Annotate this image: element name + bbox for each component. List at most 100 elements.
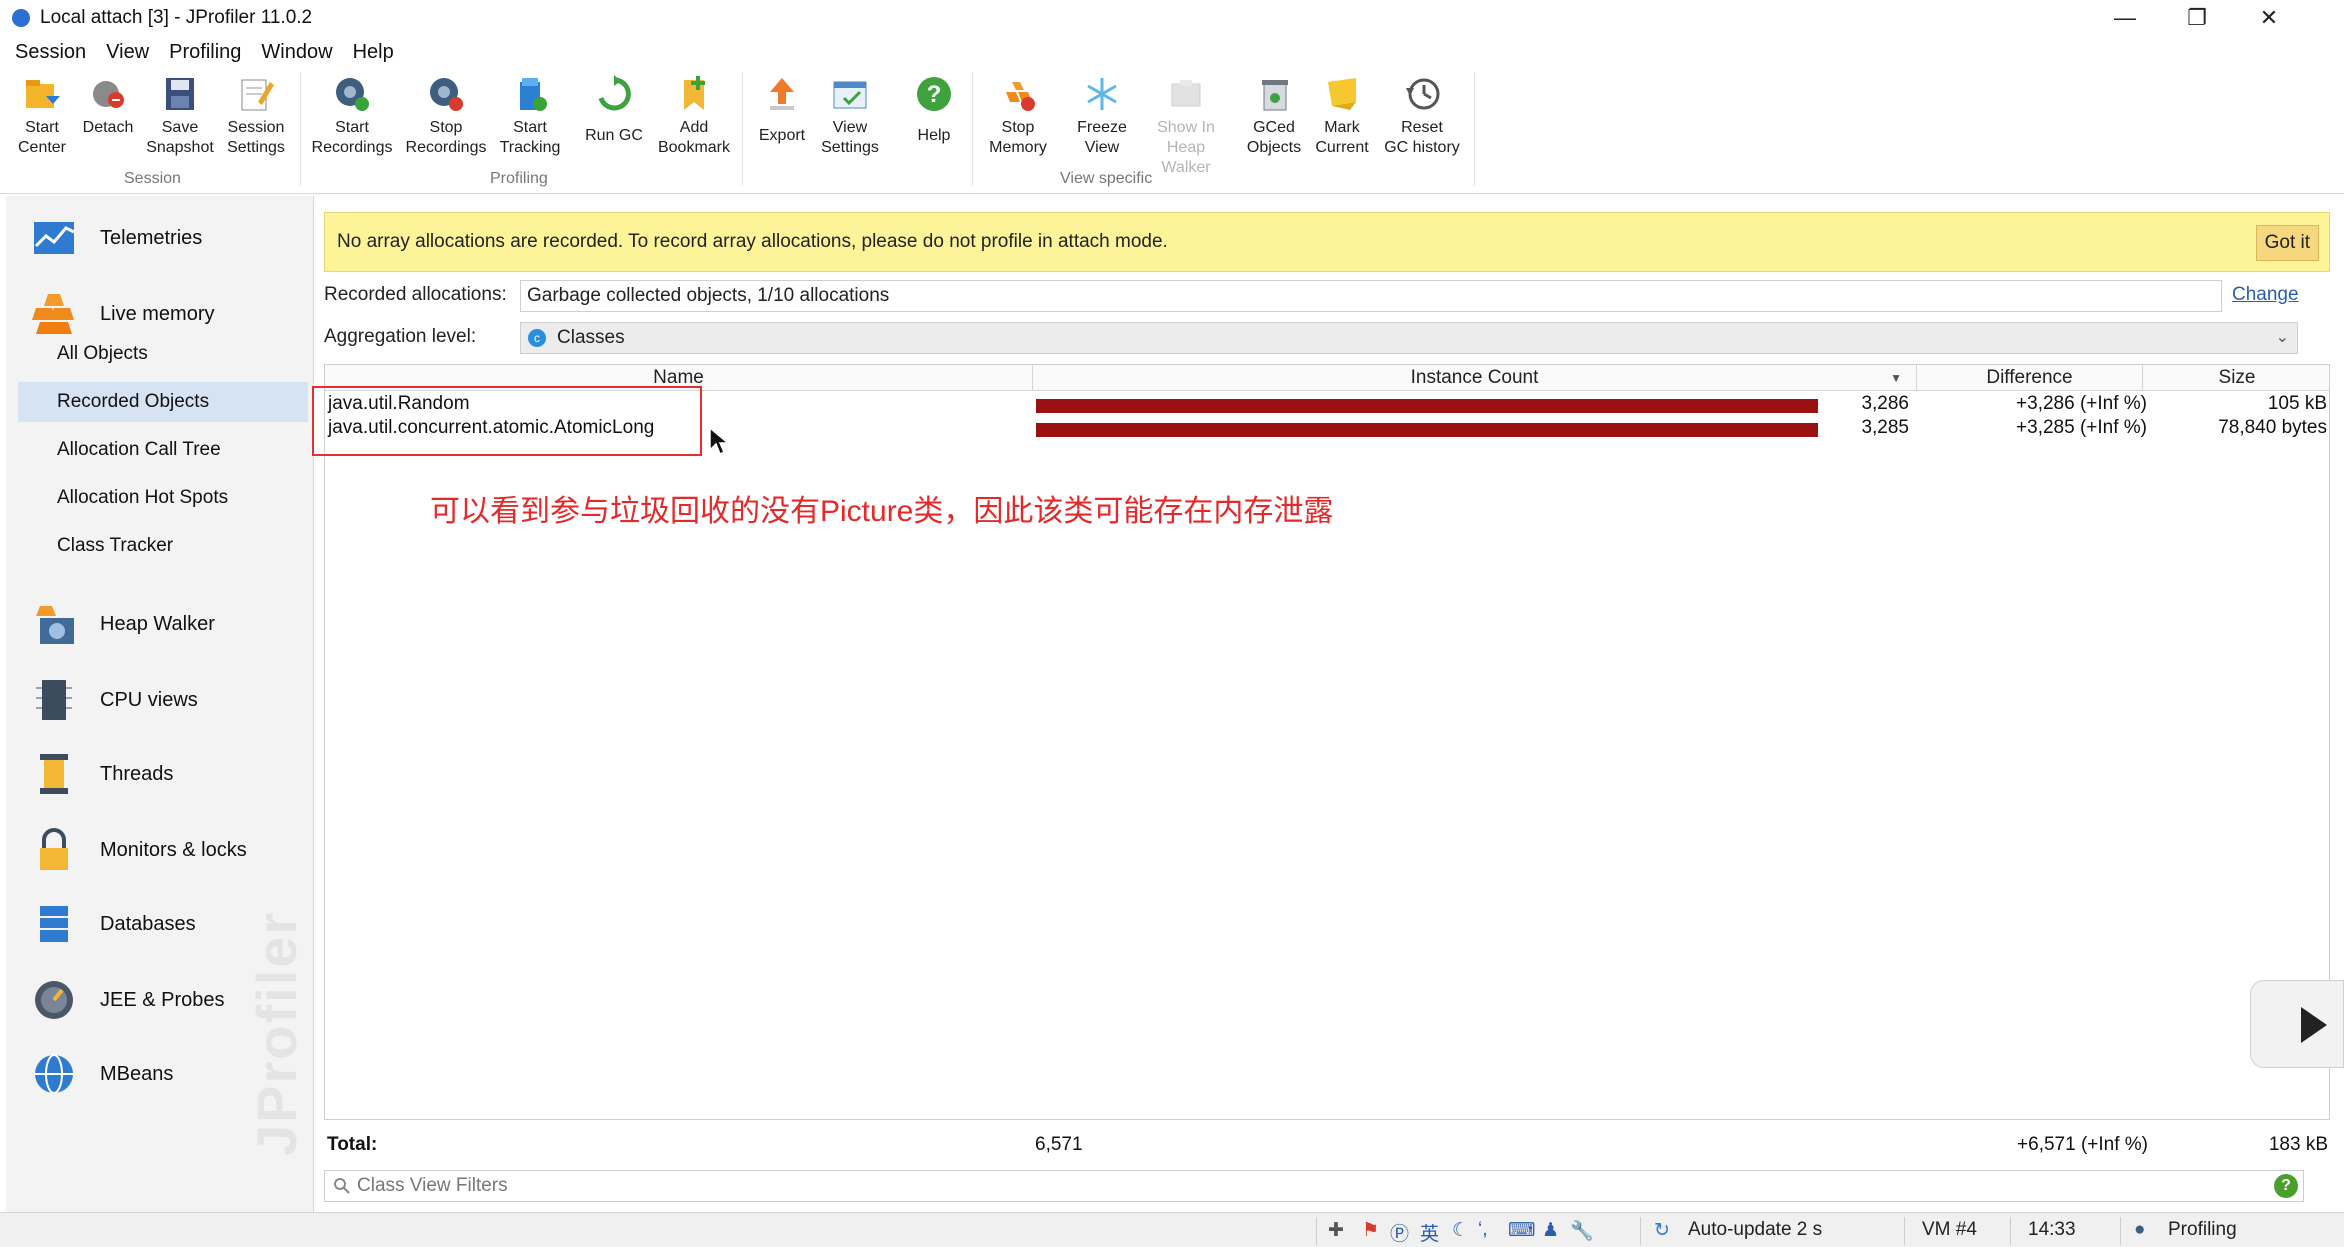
banner-text: No array allocations are recorded. To re… <box>337 231 1168 252</box>
sidebar-item-cpu-views[interactable]: CPU views <box>6 678 314 722</box>
user-icon: ♟ <box>1542 1220 1560 1241</box>
status-separator <box>1640 1217 1641 1245</box>
session-settings-button[interactable]: Session Settings <box>216 74 296 158</box>
toolbar-separator <box>300 72 301 186</box>
telemetries-icon <box>34 222 75 254</box>
jprofiler-watermark: JProfiler <box>245 910 308 1156</box>
window-title: Local attach [3] - JProfiler 11.0.2 <box>40 7 313 28</box>
gced-objects-icon <box>1262 80 1288 111</box>
add-bookmark-button[interactable]: Add Bookmark <box>654 74 734 158</box>
sidebar-item-heap-walker[interactable]: Heap Walker <box>6 602 314 646</box>
got-it-button[interactable]: Got it <box>2255 225 2319 261</box>
stop-recordings-button[interactable]: Stop Recordings <box>406 74 486 158</box>
view-settings-icon <box>833 81 867 109</box>
sort-descending-icon: ▼ <box>1890 371 1902 385</box>
sidebar-item-allocation-hot-spots[interactable]: Allocation Hot Spots <box>18 478 308 518</box>
help-icon: ? <box>917 77 951 111</box>
start-center-icon <box>26 80 60 108</box>
freeze-view-button[interactable]: Freeze View <box>1062 74 1142 158</box>
stop-memory-button[interactable]: Stop Memory <box>978 74 1058 158</box>
detach-icon <box>93 81 124 108</box>
column-header-size[interactable]: Size <box>2143 365 2331 391</box>
play-icon <box>2301 1007 2327 1043</box>
menu-help[interactable]: Help <box>353 41 394 64</box>
total-row: Total: 6,571 +6,571 (+Inf %) 183 kB <box>324 1134 2330 1160</box>
save-snapshot-button[interactable]: Save Snapshot <box>140 74 220 158</box>
column-header-difference[interactable]: Difference <box>1917 365 2143 391</box>
detach-button[interactable]: Detach <box>68 74 148 138</box>
export-icon <box>770 78 794 110</box>
aggregation-level-select[interactable]: c Classes ⌄ <box>520 322 2298 354</box>
floating-play-button[interactable] <box>2250 980 2344 1068</box>
lock-icon <box>40 828 68 870</box>
sidebar: Telemetries Live memory All Objects Reco… <box>6 196 314 1212</box>
row-difference: +3,286 (+Inf %) <box>2016 393 2147 414</box>
freeze-view-icon <box>1087 78 1117 110</box>
ime-language[interactable]: 英 <box>1420 1219 1439 1246</box>
start-recordings-button[interactable]: Start Recordings <box>312 74 392 158</box>
wrench-icon: 🔧 <box>1570 1221 1594 1242</box>
minimize-button[interactable]: — <box>2090 0 2160 36</box>
sidebar-item-allocation-call-tree[interactable]: Allocation Call Tree <box>18 430 308 470</box>
instance-count-bar <box>1036 423 1818 437</box>
help-button[interactable]: ? Help <box>894 74 974 146</box>
class-view-filter-input[interactable]: Class View Filters ⌄ <box>324 1170 2304 1202</box>
row-size: 78,840 bytes <box>2218 417 2327 438</box>
sidebar-item-threads[interactable]: Threads <box>6 752 314 796</box>
search-icon <box>334 1178 350 1194</box>
jee-probes-icon <box>35 981 73 1019</box>
filter-help-icon[interactable]: ? <box>2274 1174 2298 1198</box>
column-header-instance-count[interactable]: Instance Count ▼ <box>1033 365 1917 391</box>
row-instance-count: 3,285 <box>1861 417 1909 438</box>
databases-icon <box>40 906 68 942</box>
start-recordings-icon <box>336 78 369 111</box>
view-settings-button[interactable]: View Settings <box>810 74 890 158</box>
globe-icon <box>35 1054 73 1094</box>
class-icon: c <box>528 329 546 347</box>
save-snapshot-icon <box>166 78 194 110</box>
menu-window[interactable]: Window <box>261 41 332 64</box>
recorded-objects-table: Name Instance Count ▼ Difference Size ja… <box>324 364 2330 1120</box>
total-label: Total: <box>327 1134 378 1155</box>
auto-update-status[interactable]: Auto-update 2 s <box>1688 1219 1822 1241</box>
moon-icon: ☾ <box>1452 1220 1470 1241</box>
chevron-down-icon: ⌄ <box>2275 329 2289 346</box>
menu-profiling[interactable]: Profiling <box>169 41 241 64</box>
sidebar-item-live-memory[interactable]: Live memory <box>6 292 314 336</box>
pin-icon: ✚ <box>1328 1220 1344 1241</box>
recorded-allocations-label: Recorded allocations: <box>324 284 507 305</box>
annotation-highlight-box <box>312 386 702 456</box>
info-banner: No array allocations are recorded. To re… <box>324 212 2330 272</box>
menu-view[interactable]: View <box>106 41 149 64</box>
sidebar-item-monitors-locks[interactable]: Monitors & locks <box>6 828 314 872</box>
profiling-status: Profiling <box>2168 1219 2237 1240</box>
start-tracking-icon <box>520 78 547 111</box>
sidebar-item-class-tracker[interactable]: Class Tracker <box>18 526 308 566</box>
jprofiler-app-icon <box>12 9 30 27</box>
menu-session[interactable]: Session <box>15 41 86 64</box>
close-button[interactable]: ✕ <box>2234 0 2304 36</box>
aggregation-level-value: Classes <box>557 327 625 348</box>
svg-text:?: ? <box>927 81 942 108</box>
show-in-heap-walker-icon <box>1171 80 1201 107</box>
show-in-heap-walker-button[interactable]: Show In Heap Walker <box>1146 74 1226 178</box>
recording-icon: ● <box>2134 1219 2146 1240</box>
keyboard-icon: ⌨ <box>1508 1220 1536 1241</box>
punctuation-icon: ‘, <box>1478 1219 1488 1240</box>
reset-gc-history-button[interactable]: Reset GC history <box>1382 74 1462 158</box>
mark-current-button[interactable]: Mark Current <box>1302 74 1382 158</box>
reset-gc-history-icon <box>1406 78 1440 110</box>
sidebar-item-telemetries[interactable]: Telemetries <box>6 216 314 260</box>
sidebar-item-all-objects[interactable]: All Objects <box>18 334 308 374</box>
restore-button[interactable]: ❐ <box>2162 0 2232 36</box>
toolbar-group-profiling: Profiling <box>490 170 548 187</box>
status-separator <box>1904 1217 1905 1245</box>
status-separator <box>2120 1217 2121 1245</box>
start-tracking-button[interactable]: Start Tracking <box>490 74 570 158</box>
total-difference: +6,571 (+Inf %) <box>2017 1134 2148 1155</box>
run-gc-button[interactable]: Run GC <box>574 74 654 146</box>
sidebar-item-recorded-objects[interactable]: Recorded Objects <box>18 382 308 422</box>
instance-count-bar <box>1036 399 1818 413</box>
menu-bar: Session View Profiling Window Help <box>0 36 2344 68</box>
change-link[interactable]: Change <box>2232 284 2299 306</box>
